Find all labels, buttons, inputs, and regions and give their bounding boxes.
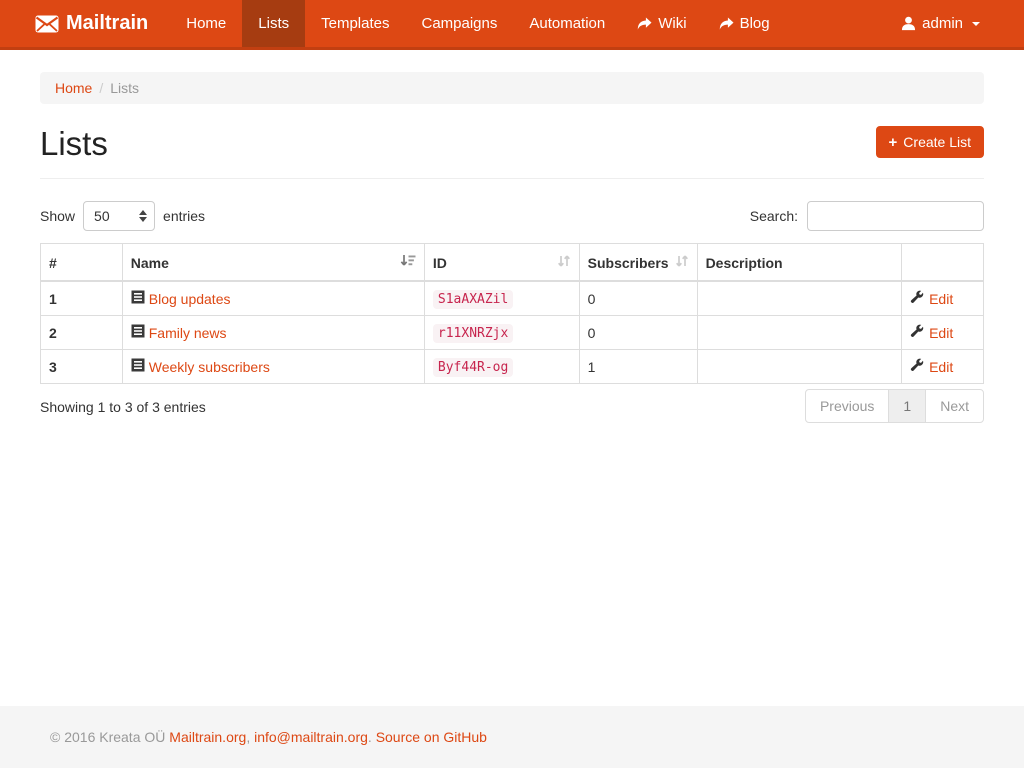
wrench-icon [910,290,924,307]
entries-label: entries [163,208,205,224]
header-description: Description [697,244,902,282]
list-id: S1aAXAZil [433,290,513,309]
subscriber-count: 0 [579,281,697,316]
user-icon [901,16,916,31]
list-description [697,281,902,316]
pagination: Previous 1 Next [805,389,984,423]
row-num: 1 [41,281,123,316]
table-row: 1 Blog updates S1aAXAZil 0 Edit [41,281,984,316]
list-link[interactable]: Family news [131,324,227,341]
row-num: 2 [41,316,123,350]
select-arrows-icon [139,210,147,222]
nav-item-wiki[interactable]: Wiki [621,0,702,47]
header-subscribers[interactable]: Subscribers [579,244,697,282]
header-actions [902,244,984,282]
row-num: 3 [41,350,123,384]
list-alt-icon [131,290,145,307]
table-row: 2 Family news r11XNRZjx 0 Edit [41,316,984,350]
list-alt-icon [131,358,145,375]
github-source-link[interactable]: Source on GitHub [376,729,487,745]
list-link[interactable]: Blog updates [131,290,231,307]
list-description [697,350,902,384]
brand-label: Mailtrain [66,12,148,35]
sort-icon [557,254,571,271]
page-title: Lists [40,126,108,162]
list-id: r11XNRZjx [433,324,513,343]
site-footer: © 2016 Kreata OÜ Mailtrain.org, info@mai… [0,706,1024,768]
chevron-down-icon [972,22,980,26]
lists-table: # Name ID [40,243,984,384]
forward-arrow-icon [719,17,734,31]
brand[interactable]: Mailtrain [35,0,170,47]
navbar: Mailtrain Home Lists Templates Campaigns… [0,0,1024,50]
show-label: Show [40,208,75,224]
table-row: 3 Weekly subscribers Byf44R-og 1 Edit [41,350,984,384]
search-input[interactable] [807,201,984,231]
header-divider [40,178,984,179]
breadcrumb-current: Lists [110,80,139,96]
nav-item-home[interactable]: Home [170,0,242,47]
nav-item-templates[interactable]: Templates [305,0,405,47]
edit-link[interactable]: Edit [910,358,953,375]
plus-icon: + [889,135,898,150]
nav-item-lists[interactable]: Lists [242,0,305,47]
nav-item-campaigns[interactable]: Campaigns [405,0,513,47]
showing-entries-info: Showing 1 to 3 of 3 entries [40,389,206,415]
search-label: Search: [750,208,798,224]
breadcrumb-divider: / [99,80,103,96]
entries-select[interactable]: 50 [83,201,155,231]
forward-arrow-icon [637,17,652,31]
email-link[interactable]: info@mailtrain.org [254,729,368,745]
wrench-icon [910,324,924,341]
list-alt-icon [131,324,145,341]
create-list-button[interactable]: + Create List [876,126,984,158]
table-header-row: # Name ID [41,244,984,282]
entries-select-value: 50 [94,208,110,224]
list-link[interactable]: Weekly subscribers [131,358,270,375]
sort-icon [675,254,689,271]
wrench-icon [910,358,924,375]
header-name[interactable]: Name [122,244,424,282]
nav-item-blog[interactable]: Blog [703,0,786,47]
copyright-text: © 2016 Kreata OÜ [50,729,165,745]
mailtrain-org-link[interactable]: Mailtrain.org [169,729,246,745]
subscriber-count: 1 [579,350,697,384]
main-nav: Home Lists Templates Campaigns Automatio… [170,0,785,47]
previous-page-button[interactable]: Previous [805,389,889,423]
user-menu[interactable]: admin [885,0,996,47]
user-name: admin [922,15,963,32]
breadcrumb-home-link[interactable]: Home [55,80,92,96]
page-number-button[interactable]: 1 [888,389,926,423]
subscriber-count: 0 [579,316,697,350]
sort-desc-icon [400,254,416,271]
list-id: Byf44R-og [433,358,513,377]
header-num: # [41,244,123,282]
next-page-button[interactable]: Next [925,389,984,423]
breadcrumb: Home / Lists [40,72,984,104]
edit-link[interactable]: Edit [910,324,953,341]
edit-link[interactable]: Edit [910,290,953,307]
envelope-icon [35,15,59,33]
header-id[interactable]: ID [424,244,579,282]
list-description [697,316,902,350]
nav-item-automation[interactable]: Automation [513,0,621,47]
